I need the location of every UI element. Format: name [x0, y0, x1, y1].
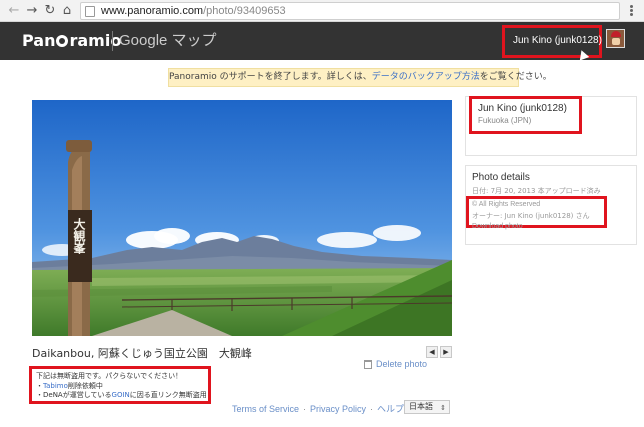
reload-icon[interactable]: ↻	[42, 3, 58, 19]
notice-text-after: をご覧ください。	[479, 72, 552, 82]
help-link[interactable]: ヘルプ	[377, 404, 404, 414]
browser-menu-icon[interactable]	[624, 4, 638, 18]
panoramio-logo[interactable]: Pan ramio	[22, 31, 121, 51]
photo-title: Daikanbou, 阿蘇くじゅう国立公園 大観峰	[32, 347, 252, 360]
browser-toolbar: ← → ↻ ⌂ www.panoramio.com/photo/93409653	[0, 0, 644, 22]
owner-location: Fukuoka (JPN)	[478, 116, 532, 125]
next-photo-button[interactable]: ▶	[440, 346, 452, 358]
logo-text-right: ramio	[69, 31, 122, 50]
notice-backup-link[interactable]: データのバックアップ方法	[372, 72, 480, 82]
user-avatar[interactable]	[606, 29, 625, 48]
photo-owner: オーナー: Jun Kino (junk0128) さん	[472, 212, 590, 220]
home-icon[interactable]: ⌂	[59, 3, 75, 19]
sign-text: 大観峯	[72, 218, 86, 254]
footer-dot: ·	[370, 404, 374, 414]
language-value: 日本語	[409, 402, 433, 411]
warning-line-2: ・Tabimo削除依頼中	[36, 382, 208, 392]
chevron-updown-icon: ⇕	[440, 404, 446, 412]
photo-rights: © All Rights Reserved	[472, 201, 541, 208]
url-path: /photo/93409653	[203, 5, 286, 17]
site-header: Pan ramio Google マップ Jun Kino (junk0128)	[0, 22, 644, 61]
forward-icon[interactable]: →	[24, 3, 40, 19]
main-photo[interactable]	[32, 100, 452, 336]
url-host: www.panoramio.com	[101, 5, 204, 17]
browser-window: ← → ↻ ⌂ www.panoramio.com/photo/93409653…	[0, 0, 644, 427]
terms-link[interactable]: Terms of Service	[232, 404, 299, 414]
logo-divider	[112, 31, 113, 51]
copyright-warning-box: 下記は無断盗用です。パクらないでください！ ・Tabimo削除依頼中 ・DeNA…	[29, 366, 211, 404]
footer-links: Terms of Service · Privacy Policy · ヘルプ	[232, 402, 404, 415]
address-bar[interactable]: www.panoramio.com/photo/93409653	[80, 2, 620, 20]
download-photo-link[interactable]: Download photo	[472, 223, 523, 230]
photo-details-title: Photo details	[472, 172, 530, 183]
warning-line-2-suffix: 削除依頼中	[67, 381, 103, 390]
goin-link[interactable]: GOIN	[112, 391, 130, 399]
privacy-link[interactable]: Privacy Policy	[310, 404, 366, 414]
header-user-name[interactable]: Jun Kino (junk0128)	[513, 35, 602, 46]
warning-line-3-suffix: に因る直リンク無断盗用	[129, 391, 207, 399]
back-icon[interactable]: ←	[6, 3, 22, 19]
footer-dot: ·	[303, 404, 307, 414]
google-maps-link[interactable]: Google マップ	[119, 32, 217, 50]
warning-line-3-prefix: ・DeNAが運営している	[36, 391, 112, 399]
owner-highlight	[469, 96, 582, 134]
tabimo-link[interactable]: Tabimo	[43, 382, 68, 390]
language-select[interactable]: 日本語 ⇕	[404, 400, 450, 414]
warning-line-3: ・DeNAが運営しているGOINに因る直リンク無断盗用	[36, 391, 208, 401]
warning-line-2-prefix: ・	[36, 381, 43, 390]
owner-name[interactable]: Jun Kino (junk0128)	[478, 103, 567, 114]
previous-photo-button[interactable]: ◀	[426, 346, 438, 358]
logo-text-left: Pan	[22, 31, 56, 50]
photo-details-date: 日付: 7月 20, 2013 本アップロード済み	[472, 187, 601, 195]
page-icon	[85, 6, 95, 17]
notice-text-before: Panoramio のサポートを終了します。詳しくは、	[169, 72, 372, 82]
logo-mark-icon	[56, 35, 69, 47]
warning-line-1: 下記は無断盗用です。パクらないでください！	[36, 372, 183, 380]
trash-icon[interactable]	[364, 360, 372, 369]
shutdown-notice: Panoramio のサポートを終了します。詳しくは、データのバックアップ方法を…	[168, 68, 552, 87]
url-text: www.panoramio.com/photo/93409653	[101, 4, 286, 19]
delete-photo-link[interactable]: Delete photo	[376, 359, 427, 369]
